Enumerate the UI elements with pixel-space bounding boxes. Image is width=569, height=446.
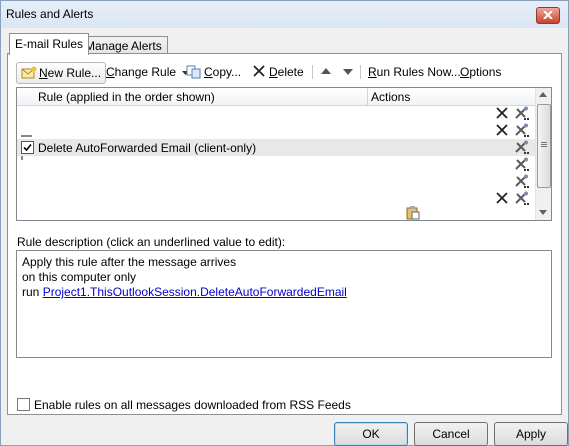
column-header-rule[interactable]: Rule (applied in the order shown) <box>38 90 215 104</box>
run-prefix: run <box>22 285 43 299</box>
checkmark-icon <box>23 143 32 152</box>
delete-x-icon <box>253 65 265 77</box>
rule-row[interactable] <box>17 190 536 207</box>
scroll-down-arrow-icon[interactable] <box>539 210 547 215</box>
forward-tools-icon <box>515 123 529 137</box>
title-bar: Rules and Alerts <box>1 1 568 28</box>
move-up-button[interactable] <box>320 62 332 82</box>
delete-label: Delete <box>269 65 304 79</box>
run-script-link[interactable]: Project1.ThisOutlookSession.DeleteAutoFo… <box>43 285 347 299</box>
arrow-up-icon <box>321 68 331 74</box>
apply-button[interactable]: Apply <box>494 422 568 446</box>
thumb-grip <box>541 142 547 143</box>
close-button[interactable] <box>536 7 560 24</box>
email-rules-panel: New Rule... Change Rule Copy... Delete R… <box>7 53 562 415</box>
delete-button[interactable]: Delete <box>251 62 304 82</box>
rule-name: Delete AutoForwarded Email (client-only) <box>38 141 257 155</box>
rules-list-scrollbar[interactable] <box>535 88 551 220</box>
column-header-actions[interactable]: Actions <box>371 90 410 104</box>
arrow-down-icon <box>343 69 353 75</box>
description-line: on this computer only <box>22 270 137 284</box>
cancel-label: Cancel <box>432 427 470 441</box>
change-rule-label: Change Rule <box>106 65 177 79</box>
dialog-content: E-mail Rules Manage Alerts New Rule... C… <box>1 28 568 446</box>
rule-row[interactable]: Delete AutoForwarded Email (client-only) <box>17 139 536 156</box>
rule-enable-checkbox[interactable] <box>21 141 34 154</box>
rules-list-header: Rule (applied in the order shown) Action… <box>17 88 536 106</box>
new-rule-icon <box>21 66 37 79</box>
description-line: Apply this rule after the message arrive… <box>22 255 237 269</box>
apply-label: Apply <box>515 427 547 441</box>
tab-email-rules[interactable]: E-mail Rules <box>9 33 90 55</box>
rules-toolbar: New Rule... Change Rule Copy... Delete R… <box>16 62 546 84</box>
column-divider <box>367 88 368 105</box>
rule-row[interactable] <box>17 106 536 123</box>
rule-row[interactable] <box>17 156 536 173</box>
thumb-grip <box>541 144 547 145</box>
rule-row[interactable] <box>17 122 536 139</box>
forward-tools-icon <box>515 174 529 188</box>
toolbar-separator <box>312 65 313 79</box>
thumb-grip <box>541 146 547 147</box>
ok-label: OK <box>362 427 380 441</box>
copy-button[interactable]: Copy... <box>186 62 241 82</box>
tab-email-rules-label: E-mail Rules <box>15 37 84 51</box>
forward-tools-icon <box>515 157 529 171</box>
description-run-line: run Project1.ThisOutlookSession.DeleteAu… <box>22 285 347 299</box>
cancel-button[interactable]: Cancel <box>414 422 488 446</box>
move-down-button[interactable] <box>342 62 354 82</box>
delete-x-icon <box>496 107 508 119</box>
copy-icon <box>186 65 201 79</box>
change-rule-button[interactable]: Change Rule <box>106 62 190 82</box>
delete-x-icon <box>496 192 508 204</box>
rss-checkbox[interactable] <box>17 398 30 411</box>
scrollbar-thumb[interactable] <box>537 104 551 188</box>
rule-row[interactable] <box>17 173 536 190</box>
options-label: Options <box>460 65 502 79</box>
rules-list[interactable]: Rule (applied in the order shown) Action… <box>16 87 552 221</box>
rule-description-label: Rule description (click an underlined va… <box>17 235 286 249</box>
window-title: Rules and Alerts <box>6 7 94 21</box>
forward-tools-icon <box>515 106 529 120</box>
new-rule-label: New Rule... <box>39 66 102 80</box>
new-rule-button[interactable]: New Rule... <box>16 62 107 84</box>
forward-tools-icon <box>515 140 529 154</box>
close-icon <box>543 11 553 19</box>
partial-checkbox-edge <box>21 156 23 160</box>
partial-checkbox-edge <box>21 135 32 137</box>
run-rules-now-button[interactable]: Run Rules Now... <box>368 62 461 82</box>
ok-button[interactable]: OK <box>334 422 408 446</box>
rule-description-box: Apply this rule after the message arrive… <box>16 250 552 358</box>
run-rules-now-label: Run Rules Now... <box>368 65 461 79</box>
scroll-up-arrow-icon[interactable] <box>539 92 547 97</box>
clipboard-icon <box>406 206 420 220</box>
delete-x-icon <box>496 124 508 136</box>
copy-label: Copy... <box>204 65 242 79</box>
tab-manage-alerts-label: Manage Alerts <box>85 39 162 53</box>
forward-tools-icon <box>515 191 529 205</box>
rules-and-alerts-window: Rules and Alerts E-mail Rules Manage Ale… <box>0 0 569 446</box>
toolbar-separator <box>360 65 361 79</box>
rss-label: Enable rules on all messages downloaded … <box>34 398 351 412</box>
options-button[interactable]: Options <box>460 62 501 82</box>
